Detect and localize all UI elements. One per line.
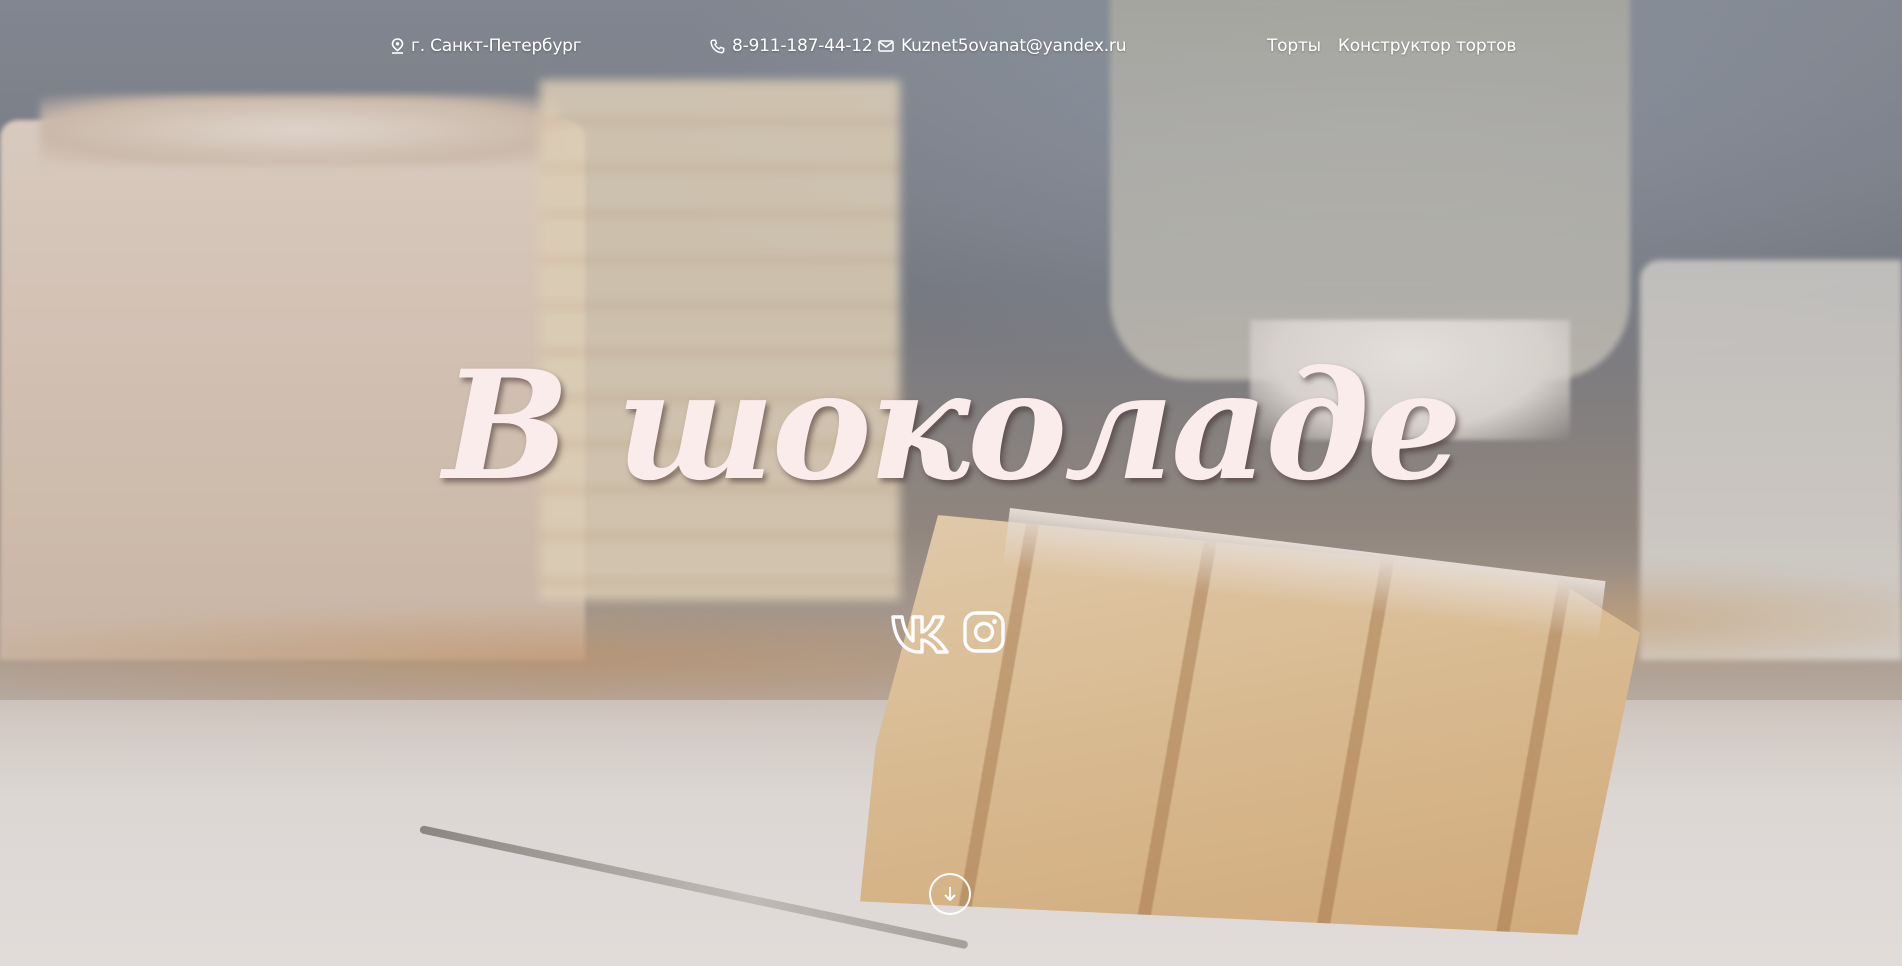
phone-icon [710,38,725,53]
email-info[interactable]: Kuznet5ovanat@yandex.ru [878,36,1126,56]
location-text: г. Санкт-Петербург [411,36,582,56]
envelope-icon [878,40,894,52]
arrow-down-icon [944,887,956,901]
vk-icon [891,615,949,654]
hero-title: В шоколаде [442,337,1462,514]
phone-text[interactable]: 8-911-187-44-12 [732,36,873,56]
instagram-link[interactable] [962,610,1012,654]
main-nav: Торты Конструктор тортов [1267,36,1516,56]
location-info: г. Санкт-Петербург [391,36,582,56]
nav-link-cakes[interactable]: Торты [1267,36,1321,56]
instagram-icon [963,611,1005,653]
phone-info[interactable]: 8-911-187-44-12 [710,36,873,56]
vk-link[interactable] [890,610,949,654]
map-pin-icon [391,38,404,54]
top-bar: г. Санкт-Петербург 8-911-187-44-12 Kuzne… [0,36,1902,58]
email-text[interactable]: Kuznet5ovanat@yandex.ru [901,36,1126,56]
scroll-down-button[interactable] [929,873,971,915]
social-links [890,610,1012,654]
hero-section: г. Санкт-Петербург 8-911-187-44-12 Kuzne… [0,0,1902,966]
nav-link-cake-constructor[interactable]: Конструктор тортов [1338,36,1516,56]
